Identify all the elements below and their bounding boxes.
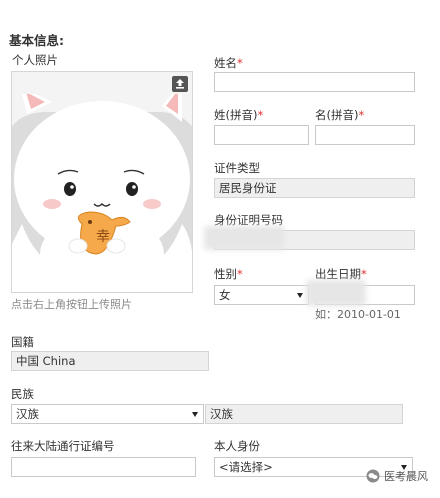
mainland-permit-input[interactable] <box>11 457 196 477</box>
surname-pinyin-label: 姓(拼音)* <box>214 108 264 122</box>
gender-label: 性别* <box>214 267 243 281</box>
chevron-down-icon <box>297 293 303 298</box>
required-mark: * <box>237 267 243 281</box>
upload-icon[interactable] <box>172 76 188 92</box>
avatar-cat-illustration: 幸 <box>12 94 192 292</box>
photo-upload-hint: 点击右上角按钮上传照片 <box>11 298 132 311</box>
photo-box[interactable]: 幸 <box>11 71 193 293</box>
ethnicity-value: 汉族 <box>16 407 39 421</box>
watermark: 医考晨风 <box>366 468 428 484</box>
given-pinyin-label: 名(拼音)* <box>315 108 365 122</box>
required-mark: * <box>257 108 264 122</box>
id-type-label: 证件类型 <box>214 161 260 175</box>
nationality-label: 国籍 <box>11 335 34 349</box>
section-title: 基本信息: <box>9 33 64 48</box>
ethnicity-label: 民族 <box>11 387 34 401</box>
id-type-field: 居民身份证 <box>214 178 415 198</box>
mainland-permit-label: 往来大陆通行证编号 <box>11 439 115 453</box>
given-pinyin-input[interactable] <box>315 125 415 145</box>
required-mark: * <box>361 267 367 281</box>
identity-value: <请选择> <box>219 460 273 474</box>
nationality-field: 中国 China <box>11 351 209 371</box>
ethnicity-select[interactable]: 汉族 <box>11 404 204 424</box>
wechat-icon <box>366 469 380 483</box>
required-mark: * <box>237 56 243 70</box>
photo-label: 个人照片 <box>12 53 58 67</box>
ethnicity-display-field: 汉族 <box>205 404 403 424</box>
birth-date-hint: 如：2010-01-01 <box>315 308 401 321</box>
required-mark: * <box>358 108 365 122</box>
chevron-down-icon <box>192 412 198 417</box>
name-label: 姓名* <box>214 56 243 70</box>
gender-select[interactable]: 女 <box>214 285 309 305</box>
surname-pinyin-input[interactable] <box>214 125 309 145</box>
identity-label: 本人身份 <box>214 439 260 453</box>
gender-value: 女 <box>219 288 231 302</box>
name-input[interactable] <box>214 72 415 92</box>
redaction-blur <box>204 226 284 250</box>
watermark-text: 医考晨风 <box>384 470 428 483</box>
redaction-blur <box>306 280 366 306</box>
